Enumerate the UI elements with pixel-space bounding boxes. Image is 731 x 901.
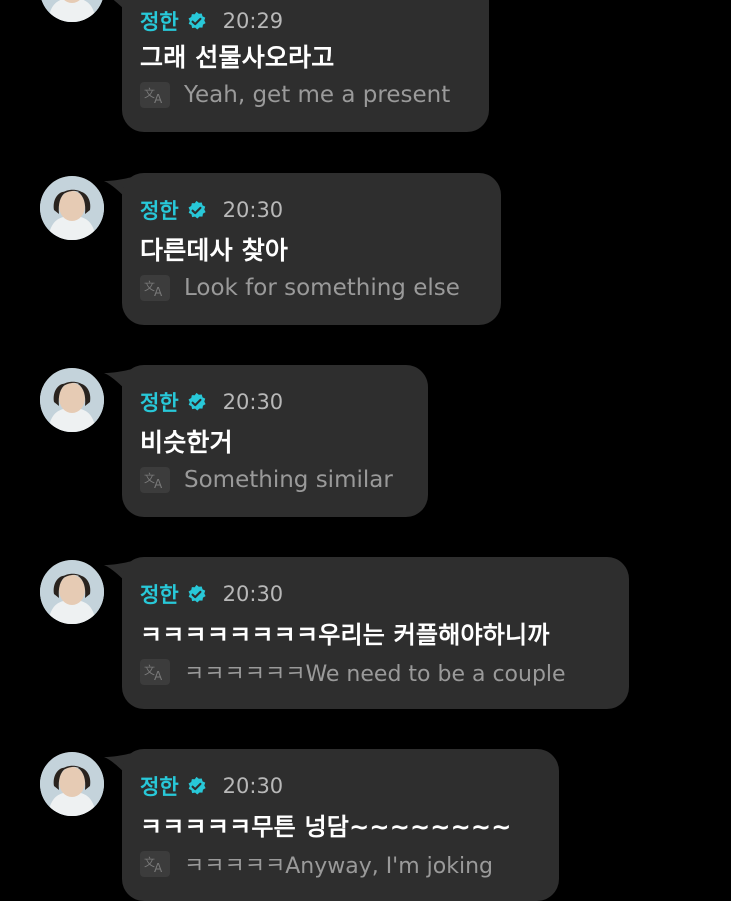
avatar-image <box>40 368 104 432</box>
message-item: 정한 20:30 ㅋㅋㅋㅋㅋ무튼 넝담~~~~~~~~ 文 A ㅋㅋㅋㅋㅋAny… <box>0 749 731 901</box>
avatar-image <box>40 752 104 816</box>
avatar[interactable] <box>40 560 104 624</box>
avatar-image <box>40 560 104 624</box>
translate-icon: 文 A <box>140 82 170 108</box>
avatar-image <box>40 176 104 240</box>
svg-text:A: A <box>154 861 163 873</box>
verified-badge-icon <box>188 584 206 603</box>
sender-name[interactable]: 정한 <box>140 6 179 36</box>
translation-row: 文 A Look for something else <box>140 273 460 303</box>
translation-text: Look for something else <box>184 275 460 301</box>
message-bubble[interactable]: 정한 20:30 다른데사 찾아 文 A Look for something … <box>122 173 501 325</box>
message-timestamp: 20:30 <box>222 774 284 798</box>
message-item: 정한 20:30 비슷한거 文 A Something similar <box>0 365 731 517</box>
message-timestamp: 20:30 <box>222 198 284 222</box>
translation-text: ㅋㅋㅋㅋㅋAnyway, I'm joking <box>184 854 493 879</box>
message-bubble[interactable]: 정한 20:29 그래 선물사오라고 文 A Yeah, get me a pr… <box>122 0 489 132</box>
translation-row: 文 A ㅋㅋㅋㅋㅋㅋWe need to be a couple <box>140 657 566 687</box>
translate-icon: 文 A <box>140 275 170 301</box>
message-timestamp: 20:30 <box>222 390 284 414</box>
translation-row: 文 A Yeah, get me a present <box>140 80 450 110</box>
translation-row: 文 A Something similar <box>140 465 393 495</box>
translate-icon: 文 A <box>140 467 170 493</box>
sender-name[interactable]: 정한 <box>140 579 179 609</box>
translate-icon: 文 A <box>140 659 170 685</box>
message-item: 정한 20:29 그래 선물사오라고 文 A Yeah, get me a pr… <box>0 0 731 134</box>
message-item: 정한 20:30 ㅋㅋㅋㅋㅋㅋㅋㅋ우리는 커플해야하니까 文 A ㅋㅋㅋㅋㅋㅋW… <box>0 557 731 709</box>
message-text: 비슷한거 <box>140 428 233 457</box>
translation-row: 文 A ㅋㅋㅋㅋㅋAnyway, I'm joking <box>140 849 493 879</box>
message-bubble[interactable]: 정한 20:30 ㅋㅋㅋㅋㅋㅋㅋㅋ우리는 커플해야하니까 文 A ㅋㅋㅋㅋㅋㅋW… <box>122 557 629 709</box>
avatar[interactable] <box>40 368 104 432</box>
verified-badge-icon <box>188 11 206 30</box>
translation-text: Something similar <box>184 467 393 493</box>
message-bubble[interactable]: 정한 20:30 ㅋㅋㅋㅋㅋ무튼 넝담~~~~~~~~ 文 A ㅋㅋㅋㅋㅋAny… <box>122 749 559 901</box>
message-text: ㅋㅋㅋㅋㅋㅋㅋㅋ우리는 커플해야하니까 <box>140 621 550 649</box>
message-text: ㅋㅋㅋㅋㅋ무튼 넝담~~~~~~~~ <box>140 813 512 841</box>
verified-badge-icon <box>188 392 206 411</box>
message-text: 그래 선물사오라고 <box>140 43 335 72</box>
avatar[interactable] <box>40 752 104 816</box>
avatar[interactable] <box>40 0 104 22</box>
svg-text:A: A <box>154 669 163 681</box>
message-timestamp: 20:30 <box>222 582 284 606</box>
message-bubble[interactable]: 정한 20:30 비슷한거 文 A Something similar <box>122 365 428 517</box>
message-item: 정한 20:30 다른데사 찾아 文 A Look for something … <box>0 173 731 325</box>
translate-icon: 文 A <box>140 851 170 877</box>
message-timestamp: 20:29 <box>222 9 284 33</box>
avatar-image <box>40 0 104 22</box>
translation-text: Yeah, get me a present <box>184 82 451 108</box>
sender-name[interactable]: 정한 <box>140 195 179 225</box>
sender-name[interactable]: 정한 <box>140 387 179 417</box>
verified-badge-icon <box>188 776 206 795</box>
avatar[interactable] <box>40 176 104 240</box>
svg-text:A: A <box>154 477 163 489</box>
verified-badge-icon <box>188 200 206 219</box>
svg-text:A: A <box>154 92 163 104</box>
sender-name[interactable]: 정한 <box>140 771 179 801</box>
translation-text: ㅋㅋㅋㅋㅋㅋWe need to be a couple <box>184 662 566 687</box>
message-text: 다른데사 찾아 <box>140 236 289 265</box>
svg-text:A: A <box>154 285 163 297</box>
